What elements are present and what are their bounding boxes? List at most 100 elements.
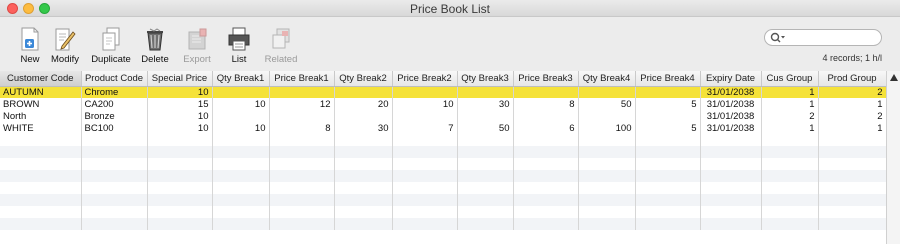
table-cell [761, 194, 819, 206]
column-header[interactable]: Price Break4 [635, 71, 701, 87]
table-cell [818, 206, 887, 218]
table-cell [334, 170, 393, 182]
modify-button[interactable]: Modify [42, 26, 88, 70]
column-header[interactable]: Price Break1 [269, 71, 335, 87]
list-label: List [231, 54, 247, 65]
column-header[interactable]: Special Price [147, 71, 213, 87]
price-book-table[interactable]: Customer Code Product Code Special Price Qt… [0, 71, 900, 244]
price-book-grid: Customer Code Product Code Special Price Qt… [0, 71, 887, 230]
table-cell: 10 [392, 98, 458, 110]
table-row[interactable]: AUTUMN Chrome 10 31/01/2038 1 2 [0, 86, 887, 98]
table-cell [635, 158, 701, 170]
table-cell [147, 146, 213, 158]
table-cell: 12 [269, 98, 335, 110]
column-header[interactable]: Cus Group [761, 71, 819, 87]
column-header[interactable]: Price Break3 [513, 71, 579, 87]
table-row[interactable] [0, 134, 887, 146]
table-cell [0, 146, 82, 158]
vertical-scrollbar[interactable] [886, 71, 900, 244]
table-cell [147, 218, 213, 230]
table-cell [392, 110, 458, 122]
table-cell [269, 170, 335, 182]
table-cell [334, 86, 393, 98]
list-button[interactable]: List [216, 26, 262, 70]
delete-button[interactable]: Delete [132, 26, 178, 70]
table-cell [457, 86, 514, 98]
table-cell [147, 182, 213, 194]
export-icon [188, 28, 207, 50]
table-cell [513, 146, 579, 158]
table-cell [212, 134, 270, 146]
table-cell: 100 [578, 122, 636, 134]
table-cell [513, 182, 579, 194]
table-cell [635, 206, 701, 218]
table-cell: 8 [513, 98, 579, 110]
table-cell [0, 182, 82, 194]
table-cell [392, 182, 458, 194]
column-header[interactable]: Qty Break3 [457, 71, 514, 87]
table-row[interactable]: WHITE BC100 10 10 8 30 7 50 6 100 5 31/01/2038 1 1 [0, 122, 887, 134]
search-field[interactable] [764, 29, 882, 46]
table-cell [457, 194, 514, 206]
column-header[interactable]: Product Code [81, 71, 148, 87]
table-cell [635, 182, 701, 194]
duplicate-button[interactable]: Duplicate [88, 26, 134, 70]
table-cell [513, 86, 579, 98]
column-header[interactable]: Expiry Date [700, 71, 762, 87]
table-row[interactable] [0, 170, 887, 182]
table-row[interactable]: BROWN CA200 15 10 12 20 10 30 8 50 5 31/01/2038 1 1 [0, 98, 887, 110]
table-cell [392, 206, 458, 218]
column-header[interactable]: Price Break2 [392, 71, 458, 87]
column-header[interactable]: Qty Break4 [578, 71, 636, 87]
table-cell [81, 170, 148, 182]
export-button[interactable]: Export [174, 26, 220, 70]
table-cell: 2 [761, 110, 819, 122]
table-cell [147, 134, 213, 146]
table-cell [578, 194, 636, 206]
table-cell [457, 146, 514, 158]
table-cell [81, 206, 148, 218]
sort-up-icon[interactable] [890, 74, 898, 81]
table-cell [818, 158, 887, 170]
table-cell [700, 146, 762, 158]
duplicate-label: Duplicate [91, 54, 131, 65]
toolbar: New Modify Duplicate Delete Export List … [0, 17, 900, 71]
table-cell [457, 206, 514, 218]
column-header[interactable]: Prod Group [818, 71, 887, 87]
column-header[interactable]: Customer Code [0, 71, 82, 87]
table-cell: 1 [761, 86, 819, 98]
table-row[interactable]: North Bronze 10 31/01/2038 2 2 [0, 110, 887, 122]
table-cell [578, 86, 636, 98]
table-cell [635, 110, 701, 122]
table-row[interactable] [0, 146, 887, 158]
table-cell [81, 134, 148, 146]
table-cell [269, 182, 335, 194]
table-cell [818, 170, 887, 182]
table-cell [513, 158, 579, 170]
export-label: Export [183, 54, 211, 65]
table-cell [0, 158, 82, 170]
table-cell [392, 218, 458, 230]
table-row[interactable] [0, 206, 887, 218]
table-cell [635, 134, 701, 146]
table-cell: 1 [818, 98, 887, 110]
table-row[interactable] [0, 218, 887, 230]
table-cell [700, 158, 762, 170]
table-cell [513, 218, 579, 230]
table-row[interactable] [0, 194, 887, 206]
table-row[interactable] [0, 182, 887, 194]
table-cell [635, 170, 701, 182]
table-cell [81, 182, 148, 194]
table-row[interactable] [0, 158, 887, 170]
table-cell [700, 206, 762, 218]
column-header[interactable]: Qty Break2 [334, 71, 393, 87]
related-button[interactable]: Related [258, 26, 304, 70]
table-cell: 1 [761, 98, 819, 110]
column-header[interactable]: Qty Break1 [212, 71, 270, 87]
new-icon [21, 27, 39, 51]
window-title: Price Book List [409, 2, 491, 16]
table-cell [269, 206, 335, 218]
table-cell [334, 218, 393, 230]
table-cell [147, 194, 213, 206]
table-cell: 20 [334, 98, 393, 110]
